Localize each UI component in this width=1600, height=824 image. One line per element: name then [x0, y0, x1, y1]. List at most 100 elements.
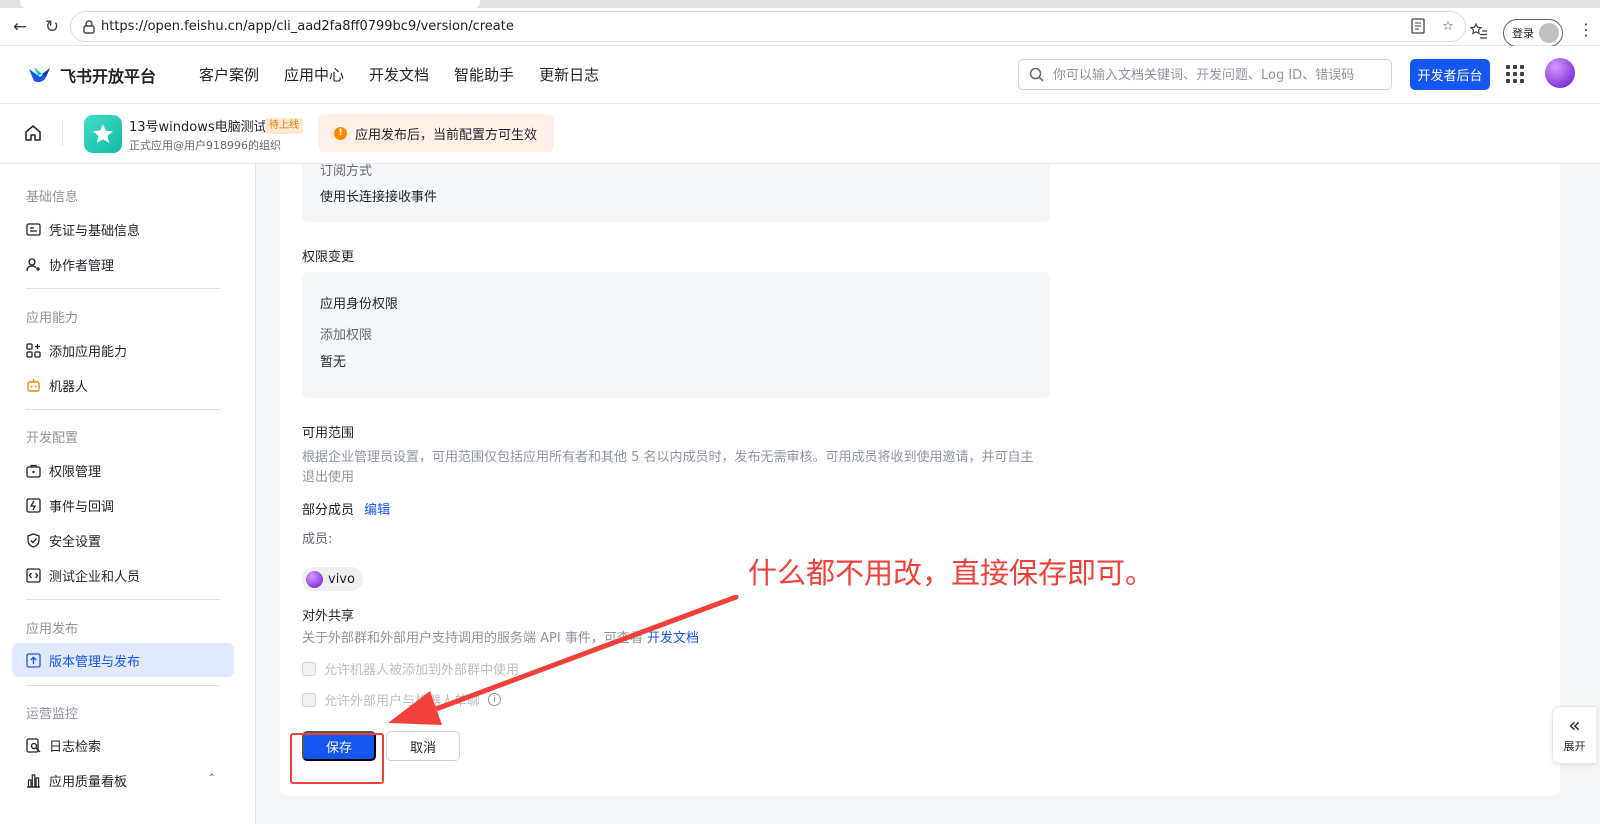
subscribe-label: 订阅方式	[320, 164, 373, 179]
members-label: 成员:	[302, 532, 333, 547]
browser-login-button[interactable]: 登录	[1503, 19, 1563, 47]
robot-icon	[27, 378, 40, 392]
reload-icon[interactable]: ↻	[40, 15, 64, 39]
avatar	[306, 570, 323, 588]
allow-external-chat-option[interactable]: 允许外部用户与机器人单聊 i	[302, 690, 502, 709]
allow-external-chat-checkbox[interactable]	[302, 692, 316, 707]
main-content: 订阅方式 使用长连接接收事件 权限变更 应用身份权限 添加权限 暂无 可用范围 …	[256, 164, 1600, 824]
address-bar[interactable]: https://open.feishu.cn/app/cli_aad2fa8ff…	[70, 11, 1466, 42]
sidebar-item-label: 应用质量看板	[49, 774, 128, 790]
sharing-description: 关于外部群和外部用户支持调用的服务端 API 事件，可查看 开发文档	[302, 627, 699, 646]
permission-add-label: 添加权限	[320, 328, 373, 343]
sidebar-item-label: 版本管理与发布	[49, 654, 141, 670]
search-input[interactable]	[1053, 64, 1383, 86]
app-icon[interactable]	[84, 115, 122, 153]
sidebar-item-label: 机器人	[49, 379, 89, 395]
allow-external-group-checkbox[interactable]	[302, 661, 316, 676]
app-context-bar: 13号windows电脑测试 待上线 正式应用@用户918996的组织 ! 应用…	[0, 104, 1600, 164]
sidebar-item-quality-dashboard[interactable]: 应用质量看板 ⌃	[12, 763, 234, 797]
event-subscription-panel: 订阅方式 使用长连接接收事件	[302, 164, 1050, 222]
top-nav: 客户案例 应用中心 开发文档 智能助手 更新日志	[199, 64, 599, 85]
sidebar-item-bot[interactable]: 机器人	[12, 368, 234, 402]
sidebar-item-label: 权限管理	[49, 464, 102, 480]
sidebar-item-test-tenant[interactable]: 测试企业和人员	[12, 558, 234, 592]
sidebar-item-label: 测试企业和人员	[49, 569, 141, 585]
sidebar-divider	[26, 409, 220, 410]
user-avatar[interactable]	[1545, 58, 1575, 88]
sidebar-item-security[interactable]: 安全设置	[12, 523, 234, 557]
sidebar-item-label: 协作者管理	[49, 258, 115, 274]
double-chevron-left-icon: «	[1568, 713, 1581, 737]
chevron-up-icon[interactable]: ⌃	[208, 773, 216, 784]
favorite-star-icon[interactable]: ☆	[1439, 17, 1457, 35]
nav-item-changelog[interactable]: 更新日志	[539, 64, 599, 85]
permission-change-title: 权限变更	[302, 250, 355, 265]
nav-item-app-center[interactable]: 应用中心	[284, 64, 344, 85]
sidebar-section-release: 应用发布	[26, 622, 79, 637]
home-icon[interactable]	[24, 124, 42, 142]
annotation-text: 什么都不用改，直接保存即可。	[748, 556, 1155, 590]
search-icon	[1029, 67, 1044, 82]
developer-console-button[interactable]: 开发者后台	[1410, 59, 1490, 90]
sidebar-item-add-capability[interactable]: 添加应用能力	[12, 333, 234, 367]
favorites-list-icon[interactable]	[1470, 22, 1488, 40]
permission-add-value: 暂无	[320, 355, 347, 370]
expand-panel-tab[interactable]: « 展开	[1552, 706, 1596, 764]
permission-bag-icon	[26, 464, 41, 478]
sidebar-divider	[26, 599, 220, 600]
permission-group-title: 应用身份权限	[320, 297, 399, 312]
browser-tab-strip	[0, 0, 1600, 8]
status-badge: 待上线	[265, 118, 303, 134]
sidebar-divider	[26, 685, 220, 686]
sidebar-divider	[26, 288, 220, 289]
subscribe-value: 使用长连接接收事件	[320, 190, 438, 205]
scope-partial-row: 部分成员 编辑	[302, 499, 390, 518]
sharing-docs-link[interactable]: 开发文档	[647, 631, 699, 646]
apps-grid-icon[interactable]	[1506, 65, 1524, 83]
sidebar-item-log-search[interactable]: 日志检索	[12, 728, 234, 762]
sidebar-section-capabilities: 应用能力	[26, 311, 79, 326]
nav-item-docs[interactable]: 开发文档	[369, 64, 429, 85]
star-icon	[93, 124, 113, 143]
member-chip[interactable]: vivo	[302, 567, 363, 591]
feishu-logo[interactable]: 飞书开放平台	[28, 63, 156, 87]
info-icon[interactable]: i	[488, 693, 502, 706]
site-info-icon[interactable]	[81, 19, 97, 35]
scope-edit-link[interactable]: 编辑	[364, 503, 390, 518]
publish-notice: ! 应用发布后，当前配置方可生效	[318, 114, 554, 152]
back-icon[interactable]: ←	[8, 15, 32, 39]
bar-chart-icon	[27, 773, 40, 788]
more-options-icon[interactable]: ⋮	[1578, 20, 1598, 44]
save-button[interactable]: 保存	[302, 731, 376, 761]
brand-name: 飞书开放平台	[60, 67, 157, 86]
login-label: 登录	[1512, 27, 1534, 40]
allow-external-group-option[interactable]: 允许机器人被添加到外部群中使用	[302, 659, 519, 678]
option-label: 允许机器人被添加到外部群中使用	[324, 663, 520, 678]
doc-search-box[interactable]	[1018, 59, 1392, 90]
upload-box-icon	[26, 652, 41, 668]
id-card-icon	[26, 222, 41, 236]
url-text[interactable]: https://open.feishu.cn/app/cli_aad2fa8ff…	[101, 19, 514, 34]
sidebar-item-credentials[interactable]: 凭证与基础信息	[12, 212, 234, 246]
browser-active-tab[interactable]	[20, 0, 480, 8]
sidebar-item-label: 添加应用能力	[49, 344, 128, 360]
cancel-button[interactable]: 取消	[386, 731, 460, 761]
sidebar-item-version-release[interactable]: 版本管理与发布	[12, 643, 234, 677]
option-label: 允许外部用户与机器人单聊	[324, 694, 481, 709]
nav-item-assistant[interactable]: 智能助手	[454, 64, 514, 85]
sidebar-item-collaborators[interactable]: 协作者管理	[12, 247, 234, 281]
notice-text: 应用发布后，当前配置方可生效	[355, 127, 538, 143]
sidebar-item-permissions[interactable]: 权限管理	[12, 453, 234, 487]
code-box-icon	[26, 567, 41, 583]
sidebar-item-events[interactable]: 事件与回调	[12, 488, 234, 522]
app-org: 正式应用@用户918996的组织	[129, 139, 281, 152]
nav-item-cases[interactable]: 客户案例	[199, 64, 259, 85]
reader-mode-icon[interactable]	[1409, 17, 1427, 35]
sidebar-section-monitoring: 运营监控	[26, 707, 79, 722]
sharing-title: 对外共享	[302, 609, 355, 624]
app-header: 飞书开放平台 客户案例 应用中心 开发文档 智能助手 更新日志 开发者后台	[0, 46, 1600, 104]
member-name: vivo	[328, 571, 355, 587]
app-name: 13号windows电脑测试	[129, 120, 267, 135]
profile-avatar-icon	[1539, 23, 1559, 43]
sharing-desc-text: 关于外部群和外部用户支持调用的服务端 API 事件，	[302, 631, 604, 646]
